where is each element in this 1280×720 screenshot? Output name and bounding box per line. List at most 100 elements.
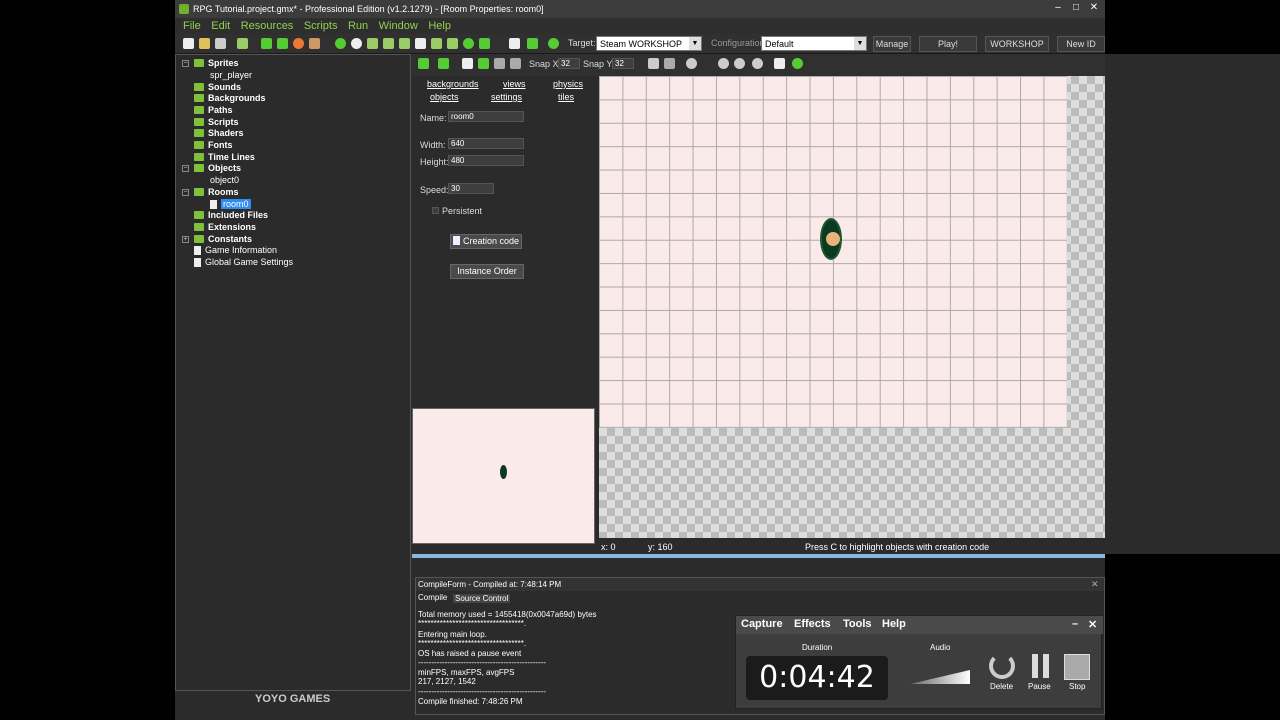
tab-views[interactable]: views: [503, 79, 526, 89]
add-path-icon[interactable]: [383, 38, 394, 49]
room-canvas[interactable]: [599, 76, 1105, 538]
maximize-icon[interactable]: □: [1069, 2, 1083, 14]
tab-compile[interactable]: Compile: [418, 593, 447, 602]
lock-icon[interactable]: [494, 58, 505, 69]
menu-help[interactable]: Help: [428, 18, 451, 34]
tree-room0[interactable]: room0: [210, 199, 251, 210]
open-project-icon[interactable]: [199, 38, 210, 49]
menu-run[interactable]: Run: [348, 18, 368, 34]
ok-check-icon[interactable]: [418, 58, 429, 69]
tree-objects[interactable]: Objects: [194, 163, 241, 174]
tree-paths[interactable]: Paths: [194, 105, 233, 116]
close-icon[interactable]: ✕: [1091, 579, 1099, 590]
add-background-icon[interactable]: [367, 38, 378, 49]
debug-icon[interactable]: [277, 38, 288, 49]
add-room-icon[interactable]: [479, 38, 490, 49]
help-icon[interactable]: [548, 38, 559, 49]
delete-icon[interactable]: [989, 653, 1015, 679]
tab-source-control[interactable]: Source Control: [453, 594, 511, 603]
persistent-checkbox[interactable]: [432, 207, 439, 214]
speed-input[interactable]: 30: [448, 183, 494, 194]
collapse-icon[interactable]: −: [182, 189, 189, 196]
instance-order-button[interactable]: Instance Order: [450, 264, 524, 279]
close-icon[interactable]: ✕: [1088, 618, 1097, 631]
add-timeline-icon[interactable]: [447, 38, 458, 49]
create-executable-icon[interactable]: [237, 38, 248, 49]
expand-icon[interactable]: +: [182, 236, 189, 243]
tree-included-files[interactable]: Included Files: [194, 210, 268, 221]
tree-sprites[interactable]: Sprites: [194, 58, 239, 69]
pause-icon[interactable]: [1030, 654, 1052, 680]
clear-icon[interactable]: [462, 58, 473, 69]
menu-resources[interactable]: Resources: [241, 18, 294, 34]
minimize-icon[interactable]: –: [1051, 2, 1065, 14]
minimize-icon[interactable]: –: [1072, 618, 1078, 630]
width-input[interactable]: 640: [448, 138, 524, 149]
workshop-button[interactable]: WORKSHOP: [985, 36, 1049, 52]
tree-rooms[interactable]: Rooms: [194, 187, 239, 198]
tree-extensions[interactable]: Extensions: [194, 222, 256, 233]
save-project-icon[interactable]: [215, 38, 226, 49]
tab-tiles[interactable]: tiles: [558, 92, 574, 102]
tree-sounds[interactable]: Sounds: [194, 82, 241, 93]
target-select[interactable]: Steam WORKSHOP ▼: [596, 36, 702, 51]
snapy-input[interactable]: 32: [612, 58, 634, 69]
add-script-icon[interactable]: [399, 38, 410, 49]
stop-icon[interactable]: [1064, 654, 1090, 680]
tree-timelines[interactable]: Time Lines: [194, 152, 255, 163]
room-area-grid[interactable]: [599, 76, 1067, 428]
tree-object0[interactable]: object0: [210, 175, 239, 186]
tab-backgrounds[interactable]: backgrounds: [427, 79, 479, 89]
help-icon[interactable]: [792, 58, 803, 69]
tab-settings[interactable]: settings: [491, 92, 522, 102]
add-constant-icon[interactable]: [527, 38, 538, 49]
tree-scripts[interactable]: Scripts: [194, 117, 239, 128]
collapse-icon[interactable]: −: [182, 165, 189, 172]
menu-scripts[interactable]: Scripts: [304, 18, 338, 34]
menu-edit[interactable]: Edit: [211, 18, 230, 34]
configuration-select[interactable]: Default ▼: [761, 36, 867, 51]
manage-button[interactable]: Manage: [873, 36, 911, 52]
menu-window[interactable]: Window: [379, 18, 418, 34]
creation-code-button[interactable]: Creation code: [450, 234, 522, 249]
add-sprite-icon[interactable]: [335, 38, 346, 49]
player-instance[interactable]: [820, 218, 842, 260]
collapse-icon[interactable]: −: [182, 60, 189, 67]
run-icon[interactable]: [261, 38, 272, 49]
add-object-icon[interactable]: [463, 38, 474, 49]
undo-icon[interactable]: [438, 58, 449, 69]
menu-effects[interactable]: Effects: [794, 618, 831, 630]
zoom-reset-icon[interactable]: [752, 58, 763, 69]
list-icon[interactable]: [509, 38, 520, 49]
audio-level-meter[interactable]: [910, 670, 970, 684]
menu-capture[interactable]: Capture: [741, 618, 783, 630]
tree-backgrounds[interactable]: Backgrounds: [194, 93, 266, 104]
clean-icon[interactable]: [309, 38, 320, 49]
tab-physics[interactable]: physics: [553, 79, 583, 89]
zoom-icon[interactable]: [686, 58, 697, 69]
snapx-input[interactable]: 32: [558, 58, 580, 69]
tree-spr-player[interactable]: spr_player: [210, 70, 252, 81]
newid-button[interactable]: New ID: [1057, 36, 1105, 52]
add-font-icon[interactable]: [431, 38, 442, 49]
close-icon[interactable]: ✕: [1087, 2, 1101, 14]
shift-icon[interactable]: [478, 58, 489, 69]
zoom-out-icon[interactable]: [734, 58, 745, 69]
name-input[interactable]: room0: [448, 111, 524, 122]
unlock-icon[interactable]: [510, 58, 521, 69]
isometric-grid-icon[interactable]: [664, 58, 675, 69]
menu-tools[interactable]: Tools: [843, 618, 872, 630]
menu-file[interactable]: File: [183, 18, 201, 34]
menu-help[interactable]: Help: [882, 618, 906, 630]
list-icon[interactable]: [774, 58, 785, 69]
new-project-icon[interactable]: [183, 38, 194, 49]
add-shader-icon[interactable]: [415, 38, 426, 49]
tab-objects[interactable]: objects: [430, 92, 459, 102]
add-sound-icon[interactable]: [351, 38, 362, 49]
tree-global-game-settings[interactable]: Global Game Settings: [194, 257, 293, 268]
zoom-in-icon[interactable]: [718, 58, 729, 69]
height-input[interactable]: 480: [448, 155, 524, 166]
tree-game-information[interactable]: Game Information: [194, 245, 277, 256]
stop-icon[interactable]: [293, 38, 304, 49]
tree-shaders[interactable]: Shaders: [194, 128, 244, 139]
